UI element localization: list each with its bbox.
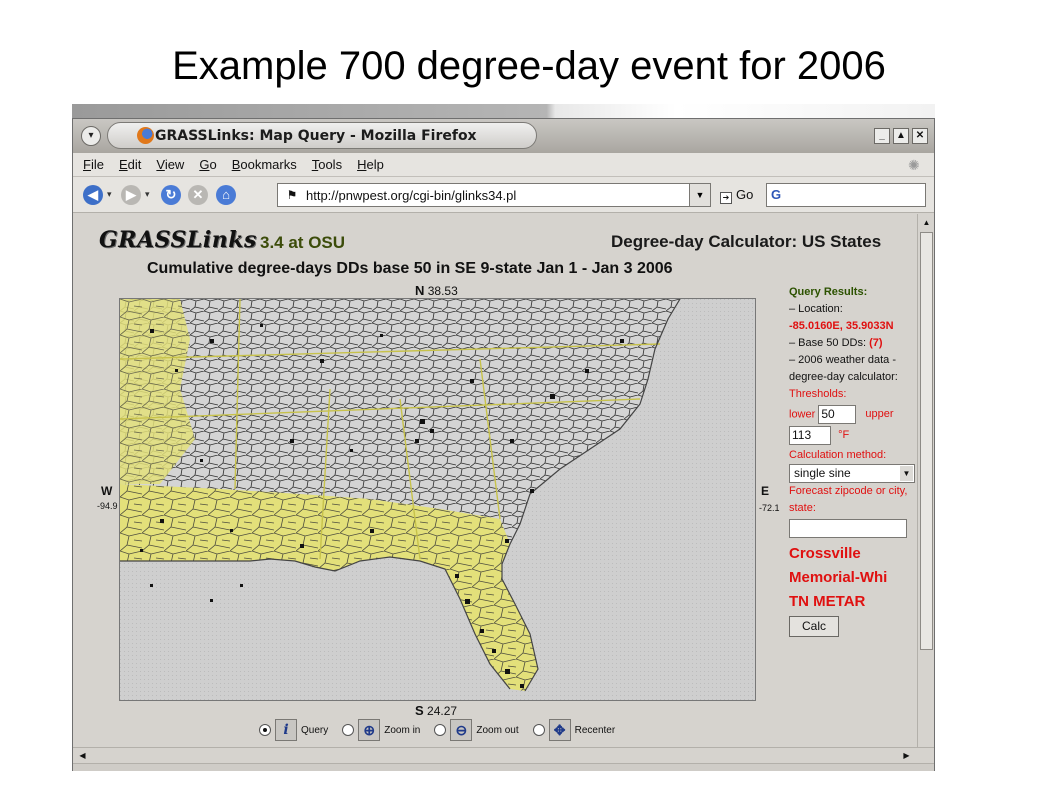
west-label: W — [101, 484, 113, 498]
west-value: -94.9 — [97, 501, 118, 511]
recenter-radio[interactable] — [532, 724, 545, 736]
logo-version: 3.4 at OSU — [260, 233, 346, 252]
lower-row: lower 50 upper — [789, 405, 917, 424]
scroll-up-icon[interactable]: ▲ — [919, 215, 934, 230]
recenter-icon[interactable]: ✥ — [548, 719, 571, 741]
south-value: 24.27 — [427, 704, 458, 718]
vertical-scroll-thumb[interactable] — [920, 232, 933, 650]
forward-dropdown-icon[interactable]: ▾ — [145, 189, 150, 200]
minimize-button[interactable]: _ — [874, 128, 890, 144]
menu-tools[interactable]: Tools — [312, 157, 342, 172]
window-controls: _ ▲ ✕ — [874, 128, 928, 144]
calc-button[interactable]: Calc — [789, 616, 839, 637]
horizontal-scrollbar[interactable]: ◀ ▶ — [73, 747, 934, 763]
menu-bookmarks[interactable]: Bookmarks — [232, 157, 297, 172]
forecast-input[interactable] — [789, 519, 907, 538]
station-line-2: Memorial-Whi — [789, 569, 888, 586]
stop-icon[interactable]: ✕ — [188, 185, 208, 205]
grasslinks-logo: GRASSLinks — [99, 227, 257, 253]
chevron-down-icon: ▼ — [900, 466, 913, 481]
lower-label: lower — [789, 408, 816, 421]
app-title: Degree-day Calculator: US States — [611, 232, 882, 251]
navigation-toolbar: ◀ ▾ ▶ ▾ ↻ ✕ ⌂ ⚑ http://pnwpest.org/cgi-b… — [73, 177, 934, 213]
throbber-icon: ✺ — [908, 157, 920, 173]
forward-arrow-icon[interactable]: ▶ — [121, 185, 141, 205]
zoom-out-icon[interactable]: ⊖ — [450, 719, 473, 741]
zoom-in-icon[interactable]: ⊕ — [358, 719, 381, 741]
url-dropdown-button[interactable]: ▼ — [689, 183, 711, 207]
window-title: GRASSLinks: Map Query - Mozilla Firefox — [155, 128, 477, 144]
url-text: http://pnwpest.org/cgi-bin/glinks34.pl — [306, 187, 517, 203]
base-label: – Base 50 DDs: — [789, 337, 867, 349]
method-label: Calculation method: — [789, 449, 887, 461]
north-value: 38.53 — [427, 284, 458, 298]
east-value: -72.1 — [759, 503, 780, 513]
north-coordinate: N 38.53 — [415, 283, 458, 298]
scroll-left-icon[interactable]: ◀ — [75, 748, 90, 763]
firefox-icon — [137, 127, 154, 144]
vertical-scrollbar[interactable]: ▲ — [917, 214, 934, 747]
window-titlebar[interactable]: ▾ GRASSLinks: Map Query - Mozilla Firefo… — [73, 119, 934, 153]
zoom-out-radio[interactable] — [434, 724, 447, 736]
east-label: E — [761, 484, 770, 498]
slide-title: Example 700 degree-day event for 2006 — [172, 44, 886, 88]
upper-label: upper — [865, 408, 894, 421]
south-label: S — [415, 703, 424, 718]
location-value: -85.0160E, 35.9033N — [789, 320, 894, 332]
query-results-panel: Query Results: – Location: -85.0160E, 35… — [789, 284, 917, 637]
menu-help[interactable]: Help — [357, 157, 384, 172]
menu-bar: File Edit View Go Bookmarks Tools Help — [73, 153, 934, 177]
method-value: single sine — [794, 466, 851, 480]
menu-edit[interactable]: Edit — [119, 157, 141, 172]
upper-threshold-input[interactable]: 113 — [789, 426, 831, 445]
map-image[interactable] — [119, 298, 756, 701]
menu-file[interactable]: File — [83, 157, 104, 172]
map-title: Cumulative degree-days DDs base 50 in SE… — [147, 260, 673, 277]
page-content: GRASSLinks 3.4 at OSU Degree-day Calcula… — [73, 214, 917, 747]
weather-label: – 2006 weather data - degree-day calcula… — [789, 354, 898, 383]
site-icon: ⚑ — [286, 188, 298, 202]
browser-window: ▾ GRASSLinks: Map Query - Mozilla Firefo… — [72, 118, 935, 771]
thresholds-label: Thresholds: — [789, 388, 847, 400]
info-icon[interactable]: i — [275, 719, 297, 741]
zoom-out-label: Zoom out — [476, 724, 519, 736]
maximize-button[interactable]: ▲ — [893, 128, 909, 144]
unit-label: °F — [838, 429, 850, 442]
map-tool-row: i Query ⊕ Zoom in ⊖ Zoom out ✥ Recenter — [259, 718, 615, 742]
base-dd-line: – Base 50 DDs: (7) — [789, 335, 917, 352]
status-bar — [73, 763, 934, 771]
upper-row: 113 °F — [789, 426, 917, 445]
recenter-label: Recenter — [574, 724, 616, 736]
location-label: – Location: — [789, 303, 843, 315]
back-dropdown-icon[interactable]: ▾ — [107, 189, 112, 200]
zoom-in-radio[interactable] — [342, 724, 355, 736]
menu-go[interactable]: Go — [199, 157, 216, 172]
lower-threshold-input[interactable]: 50 — [818, 405, 857, 424]
station-line-3: TN METAR — [789, 593, 866, 610]
reload-icon[interactable]: ↻ — [161, 185, 181, 205]
query-radio[interactable] — [259, 724, 271, 736]
station-line-1: Crossville — [789, 545, 861, 562]
query-label: Query — [301, 724, 329, 736]
scroll-right-icon[interactable]: ▶ — [899, 748, 914, 763]
go-icon: ➔ — [720, 192, 732, 204]
results-heading: Query Results: — [789, 286, 868, 298]
go-label: Go — [736, 187, 754, 202]
south-coordinate: S 24.27 — [415, 703, 457, 718]
go-button[interactable]: ➔ Go — [720, 187, 753, 204]
forecast-label: Forecast zipcode or city, state: — [789, 485, 908, 514]
close-button[interactable]: ✕ — [912, 128, 928, 144]
search-engine-icon: G — [771, 187, 782, 202]
url-bar[interactable]: ⚑ http://pnwpest.org/cgi-bin/glinks34.pl — [277, 183, 711, 207]
base-value: (7) — [869, 337, 883, 349]
zoom-in-label: Zoom in — [384, 724, 421, 736]
search-input[interactable]: G — [766, 183, 926, 207]
back-arrow-icon[interactable]: ◀ — [83, 185, 103, 205]
southeast-us-map[interactable] — [120, 299, 756, 701]
north-label: N — [415, 283, 425, 298]
home-icon[interactable]: ⌂ — [216, 185, 236, 205]
menu-view[interactable]: View — [156, 157, 184, 172]
window-menu-button[interactable]: ▾ — [81, 126, 101, 146]
method-select[interactable]: single sine ▼ — [789, 464, 915, 483]
